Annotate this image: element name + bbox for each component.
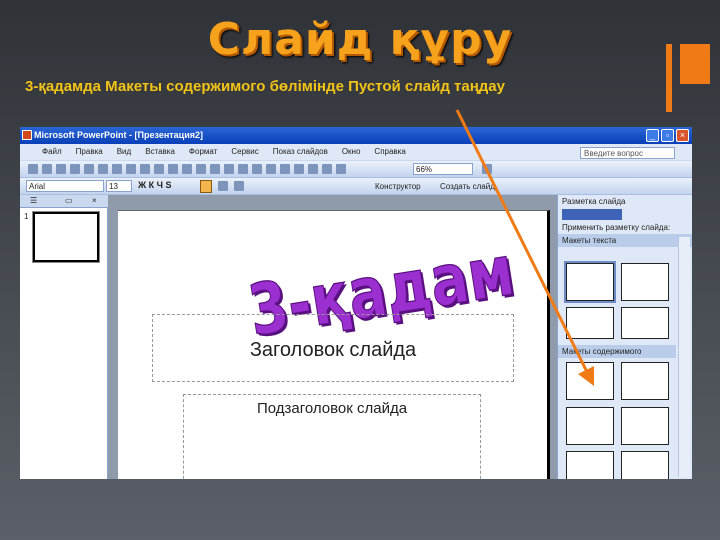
arrow-line xyxy=(455,109,595,387)
pointer-arrow xyxy=(455,109,595,387)
